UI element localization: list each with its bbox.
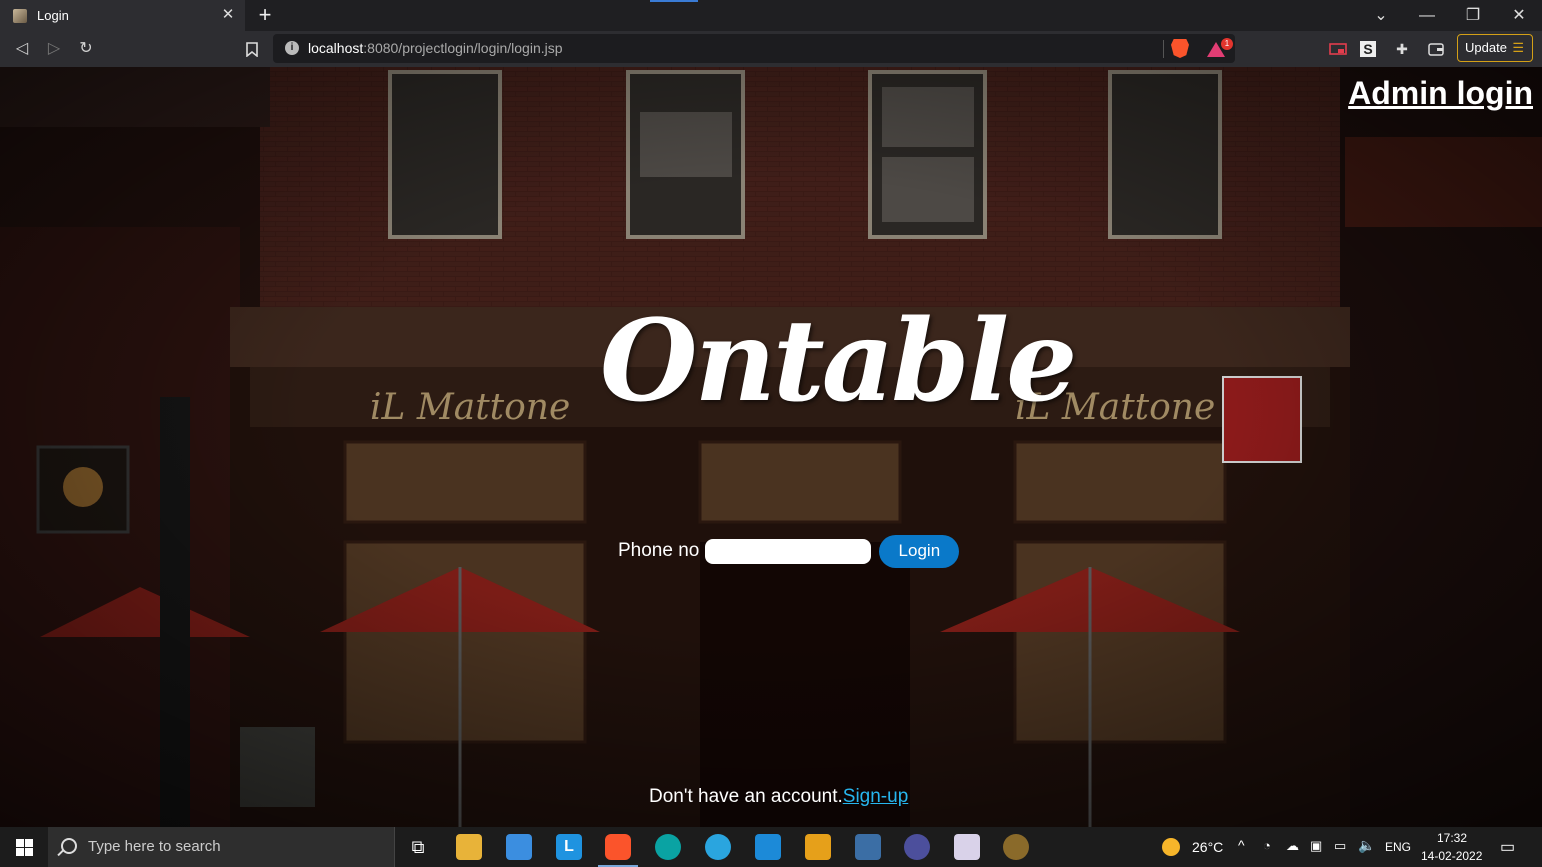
menu-icon: ☰ bbox=[1512, 40, 1524, 55]
extensions-puzzle-icon[interactable]: ✚ bbox=[1392, 39, 1412, 59]
tab-search-chevron-icon[interactable]: ⌄ bbox=[1358, 0, 1404, 31]
ontable-logo: Ontable bbox=[600, 296, 1077, 427]
windows-logo-icon bbox=[16, 839, 24, 847]
search-placeholder: Type here to search bbox=[88, 838, 221, 855]
tab-title: Login bbox=[37, 8, 69, 23]
login-button[interactable]: Login bbox=[879, 534, 960, 568]
settings-gear-icon[interactable] bbox=[1003, 834, 1029, 860]
phone-label: Phone no bbox=[618, 540, 700, 561]
site-info-icon[interactable]: i bbox=[285, 41, 299, 55]
search-icon bbox=[61, 838, 77, 854]
volume-icon[interactable]: 🔈 bbox=[1358, 837, 1375, 854]
signup-prompt: Don't have an account.Sign-up bbox=[649, 786, 908, 808]
rewards-badge: 1 bbox=[1221, 38, 1233, 50]
update-button[interactable]: Update ☰ bbox=[1457, 34, 1533, 62]
file-explorer-icon[interactable] bbox=[456, 834, 482, 860]
tab-strip-accent bbox=[650, 0, 698, 2]
login-page: iL Mattone iL Mattone Admin lo bbox=[0, 67, 1542, 827]
windows-taskbar: Type here to search ⧉ L 26°C ^ ◔ ☁ ▣ ▭ 🔈… bbox=[0, 827, 1542, 867]
tray-chevron-up-icon[interactable]: ^ bbox=[1238, 837, 1245, 853]
onedrive-icon[interactable]: ☁ bbox=[1286, 838, 1299, 854]
wallet-icon[interactable] bbox=[1426, 39, 1446, 59]
close-tab-icon[interactable]: ✕ bbox=[219, 6, 237, 24]
minimize-button[interactable]: — bbox=[1404, 0, 1450, 31]
restore-button[interactable]: ❐ bbox=[1450, 0, 1496, 31]
new-tab-button[interactable]: + bbox=[253, 3, 277, 27]
address-bar[interactable]: i localhost:8080/projectlogin/login/logi… bbox=[273, 34, 1235, 63]
multitasking-app-icon[interactable] bbox=[805, 834, 831, 860]
arduino-icon[interactable] bbox=[655, 834, 681, 860]
language-indicator[interactable]: ENG bbox=[1385, 840, 1411, 854]
network-icon[interactable]: ◔ bbox=[1263, 838, 1271, 853]
eclipse-icon[interactable] bbox=[904, 834, 930, 860]
close-window-button[interactable]: ✕ bbox=[1496, 0, 1542, 31]
brave-shields-icon[interactable] bbox=[1171, 39, 1189, 58]
clock-date[interactable]: 14-02-2022 bbox=[1421, 849, 1482, 863]
taskbar-search[interactable]: Type here to search bbox=[48, 827, 395, 867]
l-app-icon[interactable]: L bbox=[556, 834, 582, 860]
mail-icon[interactable] bbox=[506, 834, 532, 860]
tab-favicon bbox=[13, 8, 27, 23]
login-form: Phone no Login bbox=[618, 534, 960, 568]
browser-toolbar: ◁ ▷ ↻ i localhost:8080/projectlogin/logi… bbox=[0, 31, 1542, 67]
notifications-icon[interactable]: ▭ bbox=[1500, 837, 1515, 857]
address-bar-divider bbox=[1163, 40, 1164, 58]
clock-time[interactable]: 17:32 bbox=[1437, 831, 1467, 845]
signup-prompt-text: Don't have an account. bbox=[649, 786, 843, 807]
url-text: localhost:8080/projectlogin/login/login.… bbox=[308, 40, 563, 56]
restaurant-background-image: iL Mattone iL Mattone bbox=[0, 67, 1542, 827]
mysql-workbench-icon[interactable] bbox=[855, 834, 881, 860]
signup-link[interactable]: Sign-up bbox=[843, 786, 909, 807]
back-button[interactable]: ◁ bbox=[10, 37, 34, 61]
admin-login-link[interactable]: Admin login bbox=[1348, 75, 1533, 112]
forward-button[interactable]: ▷ bbox=[42, 37, 66, 61]
security-icon[interactable]: ▣ bbox=[1310, 838, 1322, 854]
battery-icon[interactable]: ▭ bbox=[1334, 838, 1346, 854]
vscode-icon[interactable] bbox=[755, 834, 781, 860]
brave-browser-icon[interactable] bbox=[598, 834, 638, 867]
weather-icon[interactable] bbox=[1162, 838, 1180, 856]
phone-input[interactable] bbox=[705, 538, 872, 564]
reload-button[interactable]: ↻ bbox=[74, 37, 98, 61]
tab-login[interactable]: Login ✕ bbox=[0, 0, 245, 31]
start-button[interactable] bbox=[0, 827, 48, 867]
telegram-icon[interactable] bbox=[705, 834, 731, 860]
task-view-icon[interactable]: ⧉ bbox=[405, 834, 431, 860]
bookmark-icon[interactable] bbox=[240, 37, 264, 61]
extension-s-icon[interactable]: S bbox=[1360, 41, 1376, 57]
browser-tab-bar: Login ✕ + ⌄ — ❐ ✕ bbox=[0, 0, 1542, 31]
cube-app-icon[interactable] bbox=[954, 834, 980, 860]
cast-icon[interactable] bbox=[1328, 39, 1348, 59]
temperature[interactable]: 26°C bbox=[1192, 839, 1223, 855]
